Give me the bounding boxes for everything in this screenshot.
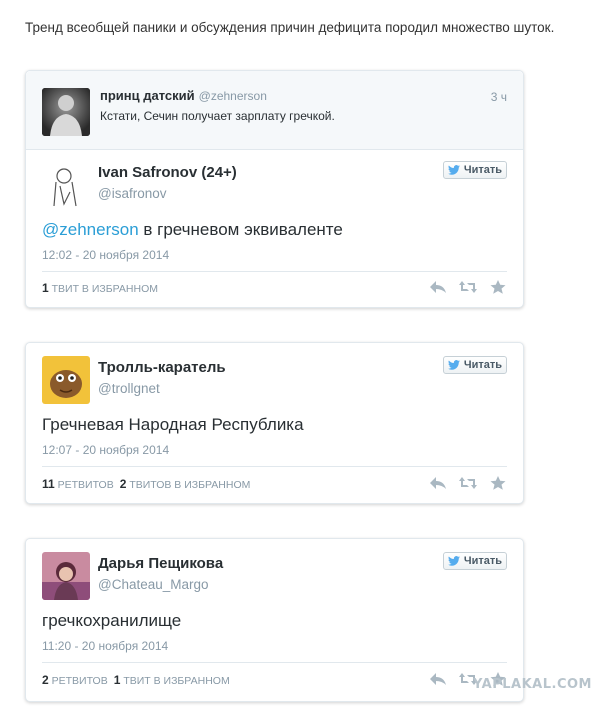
twitter-bird-icon	[447, 556, 460, 566]
retweets-label[interactable]: ретвитов	[58, 479, 114, 491]
tweet-date[interactable]: 12:07 - 20 ноября 2014	[42, 443, 169, 457]
twitter-bird-icon	[447, 165, 460, 175]
favorites-count[interactable]: 1	[42, 281, 49, 295]
tweet-text: Гречневая Народная Республика	[42, 415, 304, 434]
tweet-stats: 11 ретвитов 2 твитов в избранном	[42, 477, 250, 491]
author-handle[interactable]: @trollgnet	[98, 381, 160, 396]
avatar-isafronov[interactable]	[42, 162, 90, 210]
tweet-card-3: Дарья Пещикова @Chateau_Margo Читать гре…	[25, 538, 524, 702]
reply-context: принц датский @zehnerson 3 ч Кстати, Сечи…	[26, 71, 523, 150]
avatar-chateau-margo[interactable]	[42, 552, 90, 600]
follow-button[interactable]: Читать	[443, 552, 507, 570]
tweet-card-2: Тролль-каратель @trollgnet Читать Гречне…	[25, 342, 524, 504]
reply-icon[interactable]	[429, 672, 447, 686]
author-handle[interactable]: @Chateau_Margo	[98, 577, 209, 592]
tweet-text: @zehnerson в гречневом эквиваленте	[42, 220, 343, 239]
author-handle[interactable]: @isafronov	[98, 186, 166, 201]
favorite-star-icon[interactable]	[489, 476, 507, 490]
tweet-text: гречкохранилище	[42, 611, 182, 630]
favorites-label[interactable]: твит в избранном	[123, 675, 229, 687]
favorites-count[interactable]: 1	[114, 673, 121, 687]
intro-text: Тренд всеобщей паники и обсуждения причи…	[25, 20, 555, 35]
tweet-1: Ivan Safronov (24+) @isafronov Читать @z…	[26, 150, 523, 308]
reply-text: Кстати, Сечин получает зарплату гречкой.	[100, 109, 335, 123]
follow-label: Читать	[463, 164, 503, 176]
divider	[42, 271, 507, 272]
follow-button[interactable]: Читать	[443, 356, 507, 374]
divider	[42, 662, 507, 663]
avatar-trollgnet[interactable]	[42, 356, 90, 404]
twitter-bird-icon	[447, 360, 460, 370]
avatar-prince[interactable]	[42, 88, 90, 136]
follow-button[interactable]: Читать	[443, 161, 507, 179]
retweet-icon[interactable]	[459, 280, 477, 294]
mention-link[interactable]: @zehnerson	[42, 220, 139, 239]
author-name[interactable]: Тролль-каратель	[98, 359, 226, 376]
retweet-icon[interactable]	[459, 476, 477, 490]
retweets-count[interactable]: 11	[42, 477, 55, 491]
reply-icon[interactable]	[429, 476, 447, 490]
tweet-date[interactable]: 11:20 - 20 ноября 2014	[42, 639, 168, 653]
retweets-label[interactable]: ретвитов	[52, 675, 108, 687]
follow-label: Читать	[463, 359, 503, 371]
author-name[interactable]: Ivan Safronov (24+)	[98, 164, 237, 181]
favorites-count[interactable]: 2	[120, 477, 127, 491]
tweet-card-1: принц датский @zehnerson 3 ч Кстати, Сечи…	[25, 70, 524, 308]
tweet-actions	[429, 476, 507, 490]
reply-handle[interactable]: @zehnerson	[199, 89, 267, 103]
tweet-stats: 2 ретвитов 1 твит в избранном	[42, 673, 230, 687]
tweet-2: Тролль-каратель @trollgnet Читать Гречне…	[26, 343, 523, 503]
tweet-3: Дарья Пещикова @Chateau_Margo Читать гре…	[26, 539, 523, 701]
tweet-stats: 1 твит в избранном	[42, 281, 158, 295]
reply-time[interactable]: 3 ч	[491, 90, 507, 104]
follow-label: Читать	[463, 555, 503, 567]
favorite-star-icon[interactable]	[489, 280, 507, 294]
author-name[interactable]: Дарья Пещикова	[98, 555, 223, 572]
favorites-label[interactable]: твитов в избранном	[129, 479, 250, 491]
favorites-label[interactable]: твит в избранном	[52, 283, 158, 295]
reply-author[interactable]: принц датский @zehnerson	[100, 88, 267, 103]
divider	[42, 466, 507, 467]
watermark: YAPLAKAL.COM	[473, 677, 592, 692]
tweet-date[interactable]: 12:02 - 20 ноября 2014	[42, 248, 169, 262]
retweets-count[interactable]: 2	[42, 673, 49, 687]
reply-icon[interactable]	[429, 280, 447, 294]
tweet-actions	[429, 280, 507, 294]
